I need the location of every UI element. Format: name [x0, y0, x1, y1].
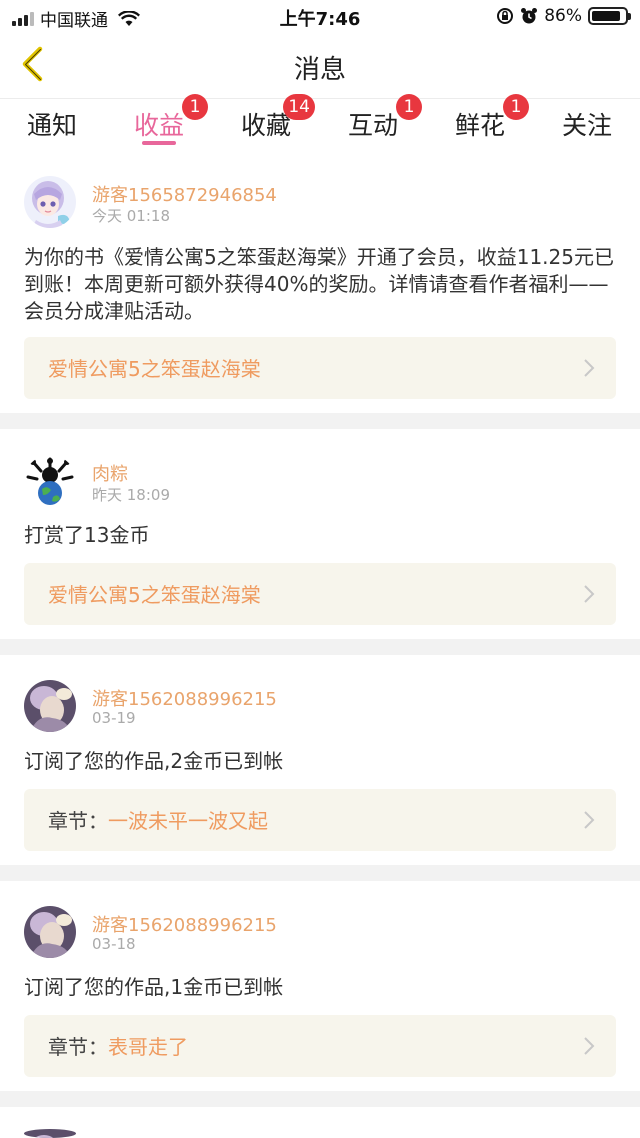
tab-label: 互动 1 [347, 94, 422, 142]
globe-avatar-icon [24, 455, 76, 507]
tab-label-text: 互动 [347, 111, 398, 140]
tab-label: 收藏 14 [240, 94, 315, 142]
user-name[interactable]: 游客1562088996215 [92, 685, 277, 711]
link-text: 爱情公寓5之笨蛋赵海棠 [48, 357, 261, 381]
chevron-right-icon [584, 1037, 595, 1055]
avatar[interactable] [24, 906, 76, 958]
chevron-right-icon [584, 585, 595, 603]
tab-label: 关注 [562, 106, 612, 142]
tab-label-text: 收益 [133, 111, 184, 140]
tab-label: 收益 1 [133, 94, 208, 142]
chapter-link[interactable]: 章节：一波未平一波又起 [24, 789, 616, 851]
status-bar: 中国联通 上午7:46 86% [0, 0, 640, 32]
message-time: 03-19 [92, 709, 136, 727]
user-name[interactable]: 游客1562088996215 [92, 911, 277, 937]
link-text: 表哥走了 [108, 1035, 188, 1059]
tab-flowers[interactable]: 鲜花 1 [430, 94, 530, 151]
tab-label-text: 鲜花 [454, 111, 505, 140]
book-title: 爱情公寓5之笨蛋赵海棠 [48, 579, 261, 608]
link-prefix: 章节： [48, 809, 108, 833]
tab-interactions[interactable]: 互动 1 [323, 94, 423, 151]
message-card: 游客1562088996215 03-18 订阅了您的作品,1金币已到帐 章节：… [0, 881, 640, 1091]
orientation-lock-icon [497, 8, 514, 24]
message-time: 03-18 [92, 935, 136, 953]
message-body: 为你的书《爱情公寓5之笨蛋赵海棠》开通了会员，收益11.25元已到账！本周更新可… [24, 245, 614, 323]
active-tab-indicator [142, 141, 176, 145]
portrait-avatar-icon [24, 680, 76, 732]
portrait-avatar-icon [24, 906, 76, 958]
portrait-avatar-icon [24, 1129, 76, 1138]
status-right: 86% [496, 6, 631, 26]
book-title: 爱情公寓5之笨蛋赵海棠 [48, 353, 261, 382]
tab-following[interactable]: 关注 [537, 99, 637, 151]
chapter-title: 章节：表哥走了 [48, 1031, 188, 1060]
page-title: 消息 [293, 55, 346, 85]
tab-label: 通知 [27, 106, 77, 142]
avatar[interactable] [24, 680, 76, 732]
tab-label: 鲜花 1 [454, 94, 529, 142]
link-prefix: 章节： [48, 1035, 108, 1059]
message-card: 游客1562088996215 03-19 订阅了您的作品,2金币已到帐 章节：… [0, 655, 640, 865]
avatar[interactable] [24, 1129, 76, 1138]
tab-badge: 1 [396, 94, 422, 120]
user-name[interactable]: 肉粽 [92, 460, 128, 486]
tab-favorites[interactable]: 收藏 14 [216, 94, 316, 151]
alarm-icon [521, 8, 538, 24]
tab-label-text: 通知 [26, 111, 77, 140]
tab-label-text: 收藏 [240, 111, 291, 140]
message-card [0, 1107, 640, 1138]
chevron-right-icon [584, 359, 595, 377]
nav-header: 消息 [0, 32, 640, 98]
tab-earnings[interactable]: 收益 1 [109, 94, 209, 151]
tab-bar: 通知 收益 1 收藏 14 互动 1 鲜花 1 关注 [0, 94, 640, 151]
link-text: 一波未平一波又起 [108, 809, 268, 833]
tab-badge: 14 [283, 94, 315, 120]
avatar[interactable] [24, 455, 76, 507]
message-card: 肉粽 昨天 18:09 打赏了13金币 爱情公寓5之笨蛋赵海棠 [0, 429, 640, 639]
chapter-link[interactable]: 章节：表哥走了 [24, 1015, 616, 1077]
link-text: 爱情公寓5之笨蛋赵海棠 [48, 583, 261, 607]
battery-percent: 86% [544, 6, 582, 26]
message-card: 游客1565872946854 今天 01:18 为你的书《爱情公寓5之笨蛋赵海… [0, 150, 640, 413]
message-time: 今天 01:18 [92, 207, 170, 225]
user-name[interactable]: 游客1565872946854 [92, 181, 277, 207]
message-body: 订阅了您的作品,2金币已到帐 [24, 749, 284, 773]
book-link[interactable]: 爱情公寓5之笨蛋赵海棠 [24, 337, 616, 399]
tab-badge: 1 [503, 94, 529, 120]
book-link[interactable]: 爱情公寓5之笨蛋赵海棠 [24, 563, 616, 625]
battery-icon [588, 7, 631, 25]
tab-notifications[interactable]: 通知 [2, 99, 102, 151]
message-body: 订阅了您的作品,1金币已到帐 [24, 975, 284, 999]
anime-girl-avatar-icon [24, 176, 76, 228]
chapter-title: 章节：一波未平一波又起 [48, 805, 268, 834]
message-time: 昨天 18:09 [92, 486, 170, 504]
chevron-right-icon [584, 811, 595, 829]
tab-label-text: 关注 [561, 111, 612, 140]
message-body: 打赏了13金币 [24, 523, 150, 547]
tab-badge: 1 [182, 94, 208, 120]
battery-fill [592, 11, 620, 21]
avatar[interactable] [24, 176, 76, 228]
